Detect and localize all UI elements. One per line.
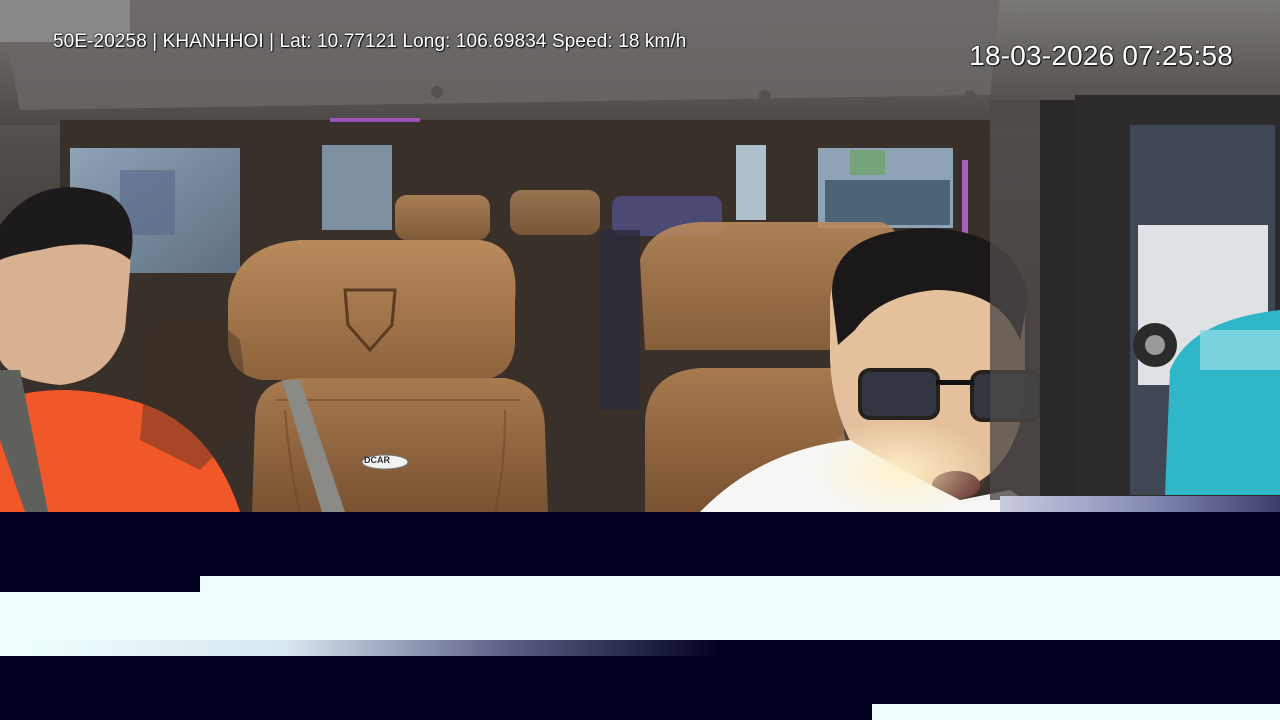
timestamp-overlay: 18-03-2026 07:25:58 bbox=[969, 40, 1233, 71]
glitch-tail bbox=[0, 640, 720, 656]
glitch-bottom-block bbox=[872, 704, 1280, 720]
ceiling-light-2 bbox=[759, 90, 771, 102]
passenger-headrest bbox=[228, 240, 516, 380]
glitch-notch-edge bbox=[192, 576, 200, 592]
cabin-scene bbox=[0, 0, 1280, 512]
ceiling-light-1 bbox=[431, 86, 443, 98]
rear-seat-left bbox=[395, 195, 490, 240]
cabin-camera-view: DCAR bbox=[0, 0, 1280, 512]
glitch-notch bbox=[0, 576, 192, 592]
gps-info-overlay: 50E-20258 | KHANHHOI | Lat: 10.77121 Lon… bbox=[53, 31, 687, 52]
seat-pillar bbox=[600, 230, 640, 410]
glitch-strip bbox=[1000, 496, 1280, 512]
dashcam-frame: DCAR 50E-20258 | KHANHHOI | Lat: 10.7712… bbox=[0, 0, 1280, 720]
seat-badge-label: DCAR bbox=[364, 455, 390, 465]
glasses-left bbox=[858, 368, 940, 420]
rear-seat-center bbox=[510, 190, 600, 235]
b-pillar bbox=[1040, 100, 1075, 512]
ambient-light-strip bbox=[330, 118, 420, 122]
ceiling-light-3 bbox=[964, 90, 976, 102]
ceiling-lining bbox=[0, 0, 1000, 110]
left-window-2 bbox=[322, 145, 392, 230]
rear-window-1 bbox=[736, 145, 766, 220]
ambient-light-strip-2 bbox=[962, 160, 968, 235]
